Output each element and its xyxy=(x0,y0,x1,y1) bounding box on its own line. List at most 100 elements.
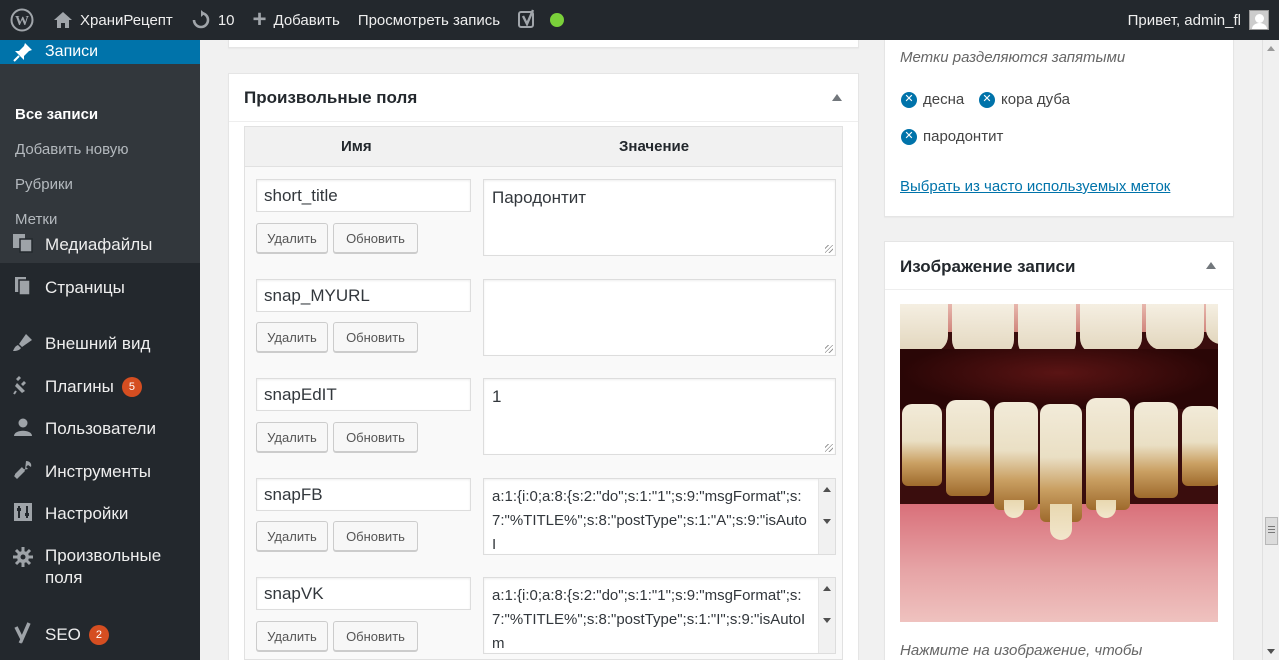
meta-value-textarea[interactable]: 1 xyxy=(483,378,836,455)
meta-value-textarea[interactable]: Пародонтит xyxy=(483,179,836,256)
update-button[interactable]: Обновить xyxy=(333,521,418,551)
menu-users[interactable]: Пользователи xyxy=(0,416,200,442)
delete-button[interactable]: Удалить xyxy=(256,223,328,253)
scroll-up-icon[interactable] xyxy=(1267,46,1275,51)
tag-label: пародонтит xyxy=(923,128,1004,145)
yoast-icon xyxy=(10,622,36,648)
meta-key-input[interactable]: snapEdIT xyxy=(256,378,471,411)
updates-link[interactable]: 10 xyxy=(182,0,244,40)
scroll-thumb[interactable] xyxy=(1265,517,1278,545)
menu-posts[interactable]: Записи xyxy=(0,40,200,64)
custom-fields-title: Произвольные поля xyxy=(244,88,418,107)
wordpress-logo-button[interactable]: W xyxy=(0,0,44,40)
collapse-arrow-icon[interactable] xyxy=(832,94,842,101)
custom-fields-header[interactable]: Произвольные поля xyxy=(229,74,858,122)
tag-item: ✕ пародонтит xyxy=(901,128,1003,145)
admin-sidebar: Записи Все записи Добавить новую Рубрики… xyxy=(0,40,200,660)
custom-fields-icon xyxy=(10,547,36,571)
site-name-link[interactable]: ХраниРецепт xyxy=(44,0,182,40)
view-post-link[interactable]: Просмотреть запись xyxy=(349,0,509,40)
updates-icon xyxy=(192,10,210,29)
wordpress-icon: W xyxy=(10,8,34,32)
seo-notification-badge: 2 xyxy=(88,625,109,645)
menu-tools[interactable]: Инструменты xyxy=(0,459,200,485)
delete-button[interactable]: Удалить xyxy=(256,621,328,651)
custom-fields-table-header: Имя Значение xyxy=(245,127,842,167)
menu-plugins-label: Плагины xyxy=(45,377,114,396)
meta-value-textarea[interactable] xyxy=(483,279,836,356)
resize-grip-icon[interactable] xyxy=(825,444,833,452)
menu-seo-label: SEO xyxy=(45,625,81,644)
custom-fields-table: Имя Значение short_title Удалить Обновит… xyxy=(244,126,843,660)
meta-value-textarea[interactable]: a:1:{i:0;a:8:{s:2:"do";s:1:"1";s:9:"msgF… xyxy=(483,577,836,654)
home-icon xyxy=(54,12,72,28)
menu-pages[interactable]: Страницы xyxy=(0,275,200,301)
add-new-menu[interactable]: + Добавить xyxy=(244,0,349,40)
submenu-categories[interactable]: Рубрики xyxy=(15,176,73,193)
collapse-arrow-icon[interactable] xyxy=(1206,262,1216,269)
menu-users-label: Пользователи xyxy=(45,419,156,438)
svg-text:W: W xyxy=(15,14,29,29)
tools-icon xyxy=(10,460,36,484)
account-menu[interactable]: Привет, admin_fl xyxy=(1119,0,1279,40)
plugins-update-badge: 5 xyxy=(121,377,142,397)
meta-key-input[interactable]: snap_MYURL xyxy=(256,279,471,312)
choose-tags-link[interactable]: Выбрать из часто используемых меток xyxy=(900,178,1170,195)
tags-postbox: Метки разделяются запятыми ✕ десна ✕ кор… xyxy=(884,30,1234,217)
yoast-icon xyxy=(518,9,535,28)
menu-posts-label: Записи xyxy=(45,43,99,60)
pages-icon xyxy=(10,276,36,300)
update-button[interactable]: Обновить xyxy=(333,322,418,352)
delete-button[interactable]: Удалить xyxy=(256,521,328,551)
textarea-scrollbar[interactable] xyxy=(818,578,835,653)
media-icon xyxy=(10,233,36,257)
remove-tag-icon[interactable]: ✕ xyxy=(901,128,917,145)
scroll-down-icon[interactable] xyxy=(1267,649,1275,654)
update-button[interactable]: Обновить xyxy=(333,621,418,651)
tag-label: десна xyxy=(923,91,965,108)
resize-grip-icon[interactable] xyxy=(825,245,833,253)
site-name: ХраниРецепт xyxy=(80,11,173,29)
plus-icon: + xyxy=(252,6,267,33)
featured-image-caption: Нажмите на изображение, чтобы xyxy=(900,642,1143,659)
yoast-menu[interactable] xyxy=(509,0,573,40)
submenu-tags[interactable]: Метки xyxy=(15,211,57,228)
menu-custom-fields-label: Произвольные поля xyxy=(45,546,162,587)
menu-custom-fields[interactable]: Произвольные поля xyxy=(0,545,200,591)
tag-item: ✕ десна xyxy=(901,91,964,108)
greeting: Привет, admin_fl xyxy=(1127,11,1241,29)
admin-bar: W ХраниРецепт 10 + Добавить Просмотреть … xyxy=(0,0,1279,40)
column-value-header: Значение xyxy=(619,138,690,155)
menu-pages-label: Страницы xyxy=(45,278,125,297)
window-scrollbar[interactable] xyxy=(1262,40,1279,660)
meta-value-textarea[interactable]: a:1:{i:0;a:8:{s:2:"do";s:1:"1";s:9:"msgF… xyxy=(483,478,836,555)
meta-value-text: Пародонтит xyxy=(492,188,587,207)
meta-key-input[interactable]: short_title xyxy=(256,179,471,212)
textarea-scrollbar[interactable] xyxy=(818,479,835,554)
remove-tag-icon[interactable]: ✕ xyxy=(979,91,995,108)
meta-value-text: a:1:{i:0;a:8:{s:2:"do";s:1:"1";s:9:"msgF… xyxy=(492,587,806,652)
resize-grip-icon[interactable] xyxy=(825,345,833,353)
delete-button[interactable]: Удалить xyxy=(256,322,328,352)
meta-key-input[interactable]: snapFB xyxy=(256,478,471,511)
update-button[interactable]: Обновить xyxy=(333,223,418,253)
delete-button[interactable]: Удалить xyxy=(256,422,328,452)
meta-value-text: a:1:{i:0;a:8:{s:2:"do";s:1:"1";s:9:"msgF… xyxy=(492,488,807,553)
menu-appearance[interactable]: Внешний вид xyxy=(0,331,200,357)
menu-media[interactable]: Медиафайлы xyxy=(0,232,200,258)
menu-plugins[interactable]: Плагины 5 xyxy=(0,374,200,400)
users-icon xyxy=(10,417,36,441)
featured-image-title: Изображение записи xyxy=(900,257,1076,276)
submenu-add-new[interactable]: Добавить новую xyxy=(15,141,128,158)
update-button[interactable]: Обновить xyxy=(333,422,418,452)
remove-tag-icon[interactable]: ✕ xyxy=(901,91,917,108)
menu-appearance-label: Внешний вид xyxy=(45,334,151,353)
menu-seo[interactable]: SEO 2 xyxy=(0,622,200,648)
menu-tools-label: Инструменты xyxy=(45,462,152,481)
featured-image-header[interactable]: Изображение записи xyxy=(885,242,1233,290)
menu-settings[interactable]: Настройки xyxy=(0,501,200,527)
meta-key-input[interactable]: snapVK xyxy=(256,577,471,610)
featured-image[interactable] xyxy=(900,304,1218,622)
view-post-label: Просмотреть запись xyxy=(357,11,501,29)
submenu-all-posts[interactable]: Все записи xyxy=(15,106,98,123)
